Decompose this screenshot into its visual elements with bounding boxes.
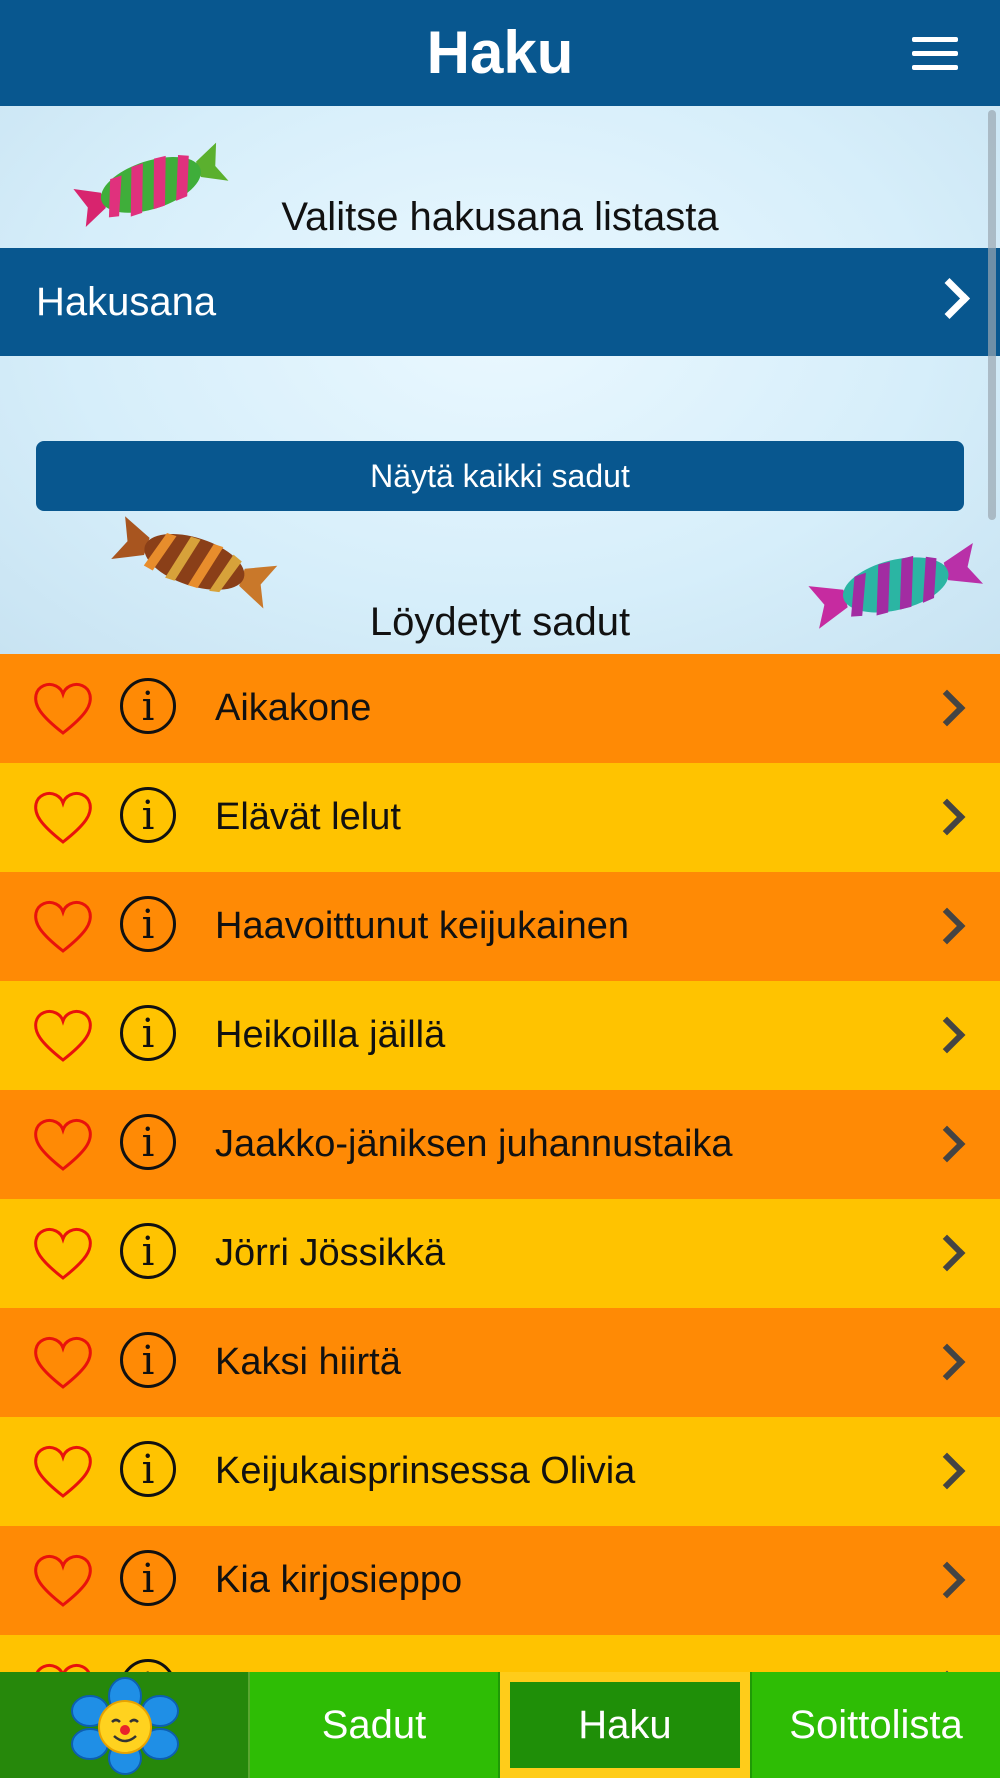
tab-home-logo[interactable] (0, 1672, 250, 1778)
story-title: Jörri Jössikkä (215, 1232, 446, 1274)
tab-haku-label: Haku (510, 1682, 740, 1768)
list-item[interactable]: i Jaakko-jäniksen juhannustaika (0, 1090, 1000, 1199)
chevron-right-icon (928, 1343, 966, 1381)
top-bar: Haku (0, 0, 1000, 106)
candy-decoration-icon (111, 516, 278, 609)
list-item-partial[interactable]: i (0, 1635, 1000, 1672)
chevron-right-icon (928, 1016, 966, 1054)
scrollbar[interactable] (988, 110, 996, 520)
chevron-right-icon (928, 1234, 966, 1272)
bottom-tab-bar: Sadut Haku Soittolista (0, 1672, 1000, 1778)
chevron-right-icon (928, 689, 966, 727)
story-title: Elävät lelut (215, 796, 401, 838)
list-item[interactable]: i Aikakone (0, 654, 1000, 763)
tab-soittolista[interactable]: Soittolista (750, 1672, 1000, 1778)
heart-favorite-icon[interactable] (32, 1662, 94, 1672)
heart-favorite-icon[interactable] (32, 1444, 94, 1500)
story-title: Kia kirjosieppo (215, 1559, 463, 1601)
list-item[interactable]: i Haavoittunut keijukainen (0, 872, 1000, 981)
list-item[interactable]: i Jörri Jössikkä (0, 1199, 1000, 1308)
page-title: Haku (426, 19, 574, 86)
list-item[interactable]: i Keijukaisprinsessa Olivia (0, 1417, 1000, 1526)
results-list: i Aikakone i Elävät lelut i Haavoittunut keij… (0, 654, 1000, 1672)
heart-favorite-icon[interactable] (32, 681, 94, 737)
info-icon[interactable]: i (120, 787, 176, 843)
heart-favorite-icon[interactable] (32, 1553, 94, 1609)
story-title: Kaksi hiirtä (215, 1341, 401, 1383)
chevron-right-icon (928, 798, 966, 836)
hamburger-menu-icon[interactable] (912, 33, 960, 73)
chevron-right-icon (928, 1125, 966, 1163)
story-title: Heikoilla jäillä (215, 1014, 446, 1056)
list-item[interactable]: i Heikoilla jäillä (0, 981, 1000, 1090)
heart-favorite-icon[interactable] (32, 899, 94, 955)
heart-favorite-icon[interactable] (32, 1117, 94, 1173)
info-icon[interactable]: i (120, 1441, 176, 1497)
chevron-right-icon (928, 907, 966, 945)
info-icon[interactable]: i (120, 1550, 176, 1606)
chevron-right-icon (928, 1561, 966, 1599)
search-term-label: Hakusana (36, 280, 217, 324)
list-item[interactable]: i Kaksi hiirtä (0, 1308, 1000, 1417)
show-all-stories-button[interactable]: Näytä kaikki sadut (36, 441, 964, 511)
heart-favorite-icon[interactable] (32, 1008, 94, 1064)
heart-favorite-icon[interactable] (32, 790, 94, 846)
search-prompt: Valitse hakusana listasta (281, 195, 719, 239)
chevron-right-icon (928, 1452, 966, 1490)
tab-sadut[interactable]: Sadut (250, 1672, 500, 1778)
info-icon[interactable]: i (120, 678, 176, 734)
info-icon[interactable]: i (120, 1332, 176, 1388)
list-item[interactable]: i Kia kirjosieppo (0, 1526, 1000, 1635)
tab-haku[interactable]: Haku (500, 1672, 750, 1778)
info-icon[interactable]: i (120, 1223, 176, 1279)
results-heading: Löydetyt sadut (369, 600, 631, 644)
info-icon[interactable]: i (120, 896, 176, 952)
story-title: Jaakko-jäniksen juhannustaika (215, 1123, 733, 1165)
list-item[interactable]: i Elävät lelut (0, 763, 1000, 872)
info-icon[interactable]: i (120, 1659, 176, 1672)
story-title: Aikakone (215, 687, 372, 729)
flower-logo-icon (71, 1677, 179, 1775)
info-icon[interactable]: i (120, 1005, 176, 1061)
heart-favorite-icon[interactable] (32, 1335, 94, 1391)
story-title: Haavoittunut keijukainen (215, 905, 630, 947)
search-term-selector[interactable]: Hakusana (0, 248, 1000, 356)
info-icon[interactable]: i (120, 1114, 176, 1170)
chevron-right-icon (928, 277, 971, 320)
story-title: Keijukaisprinsessa Olivia (215, 1450, 636, 1492)
heart-favorite-icon[interactable] (32, 1226, 94, 1282)
